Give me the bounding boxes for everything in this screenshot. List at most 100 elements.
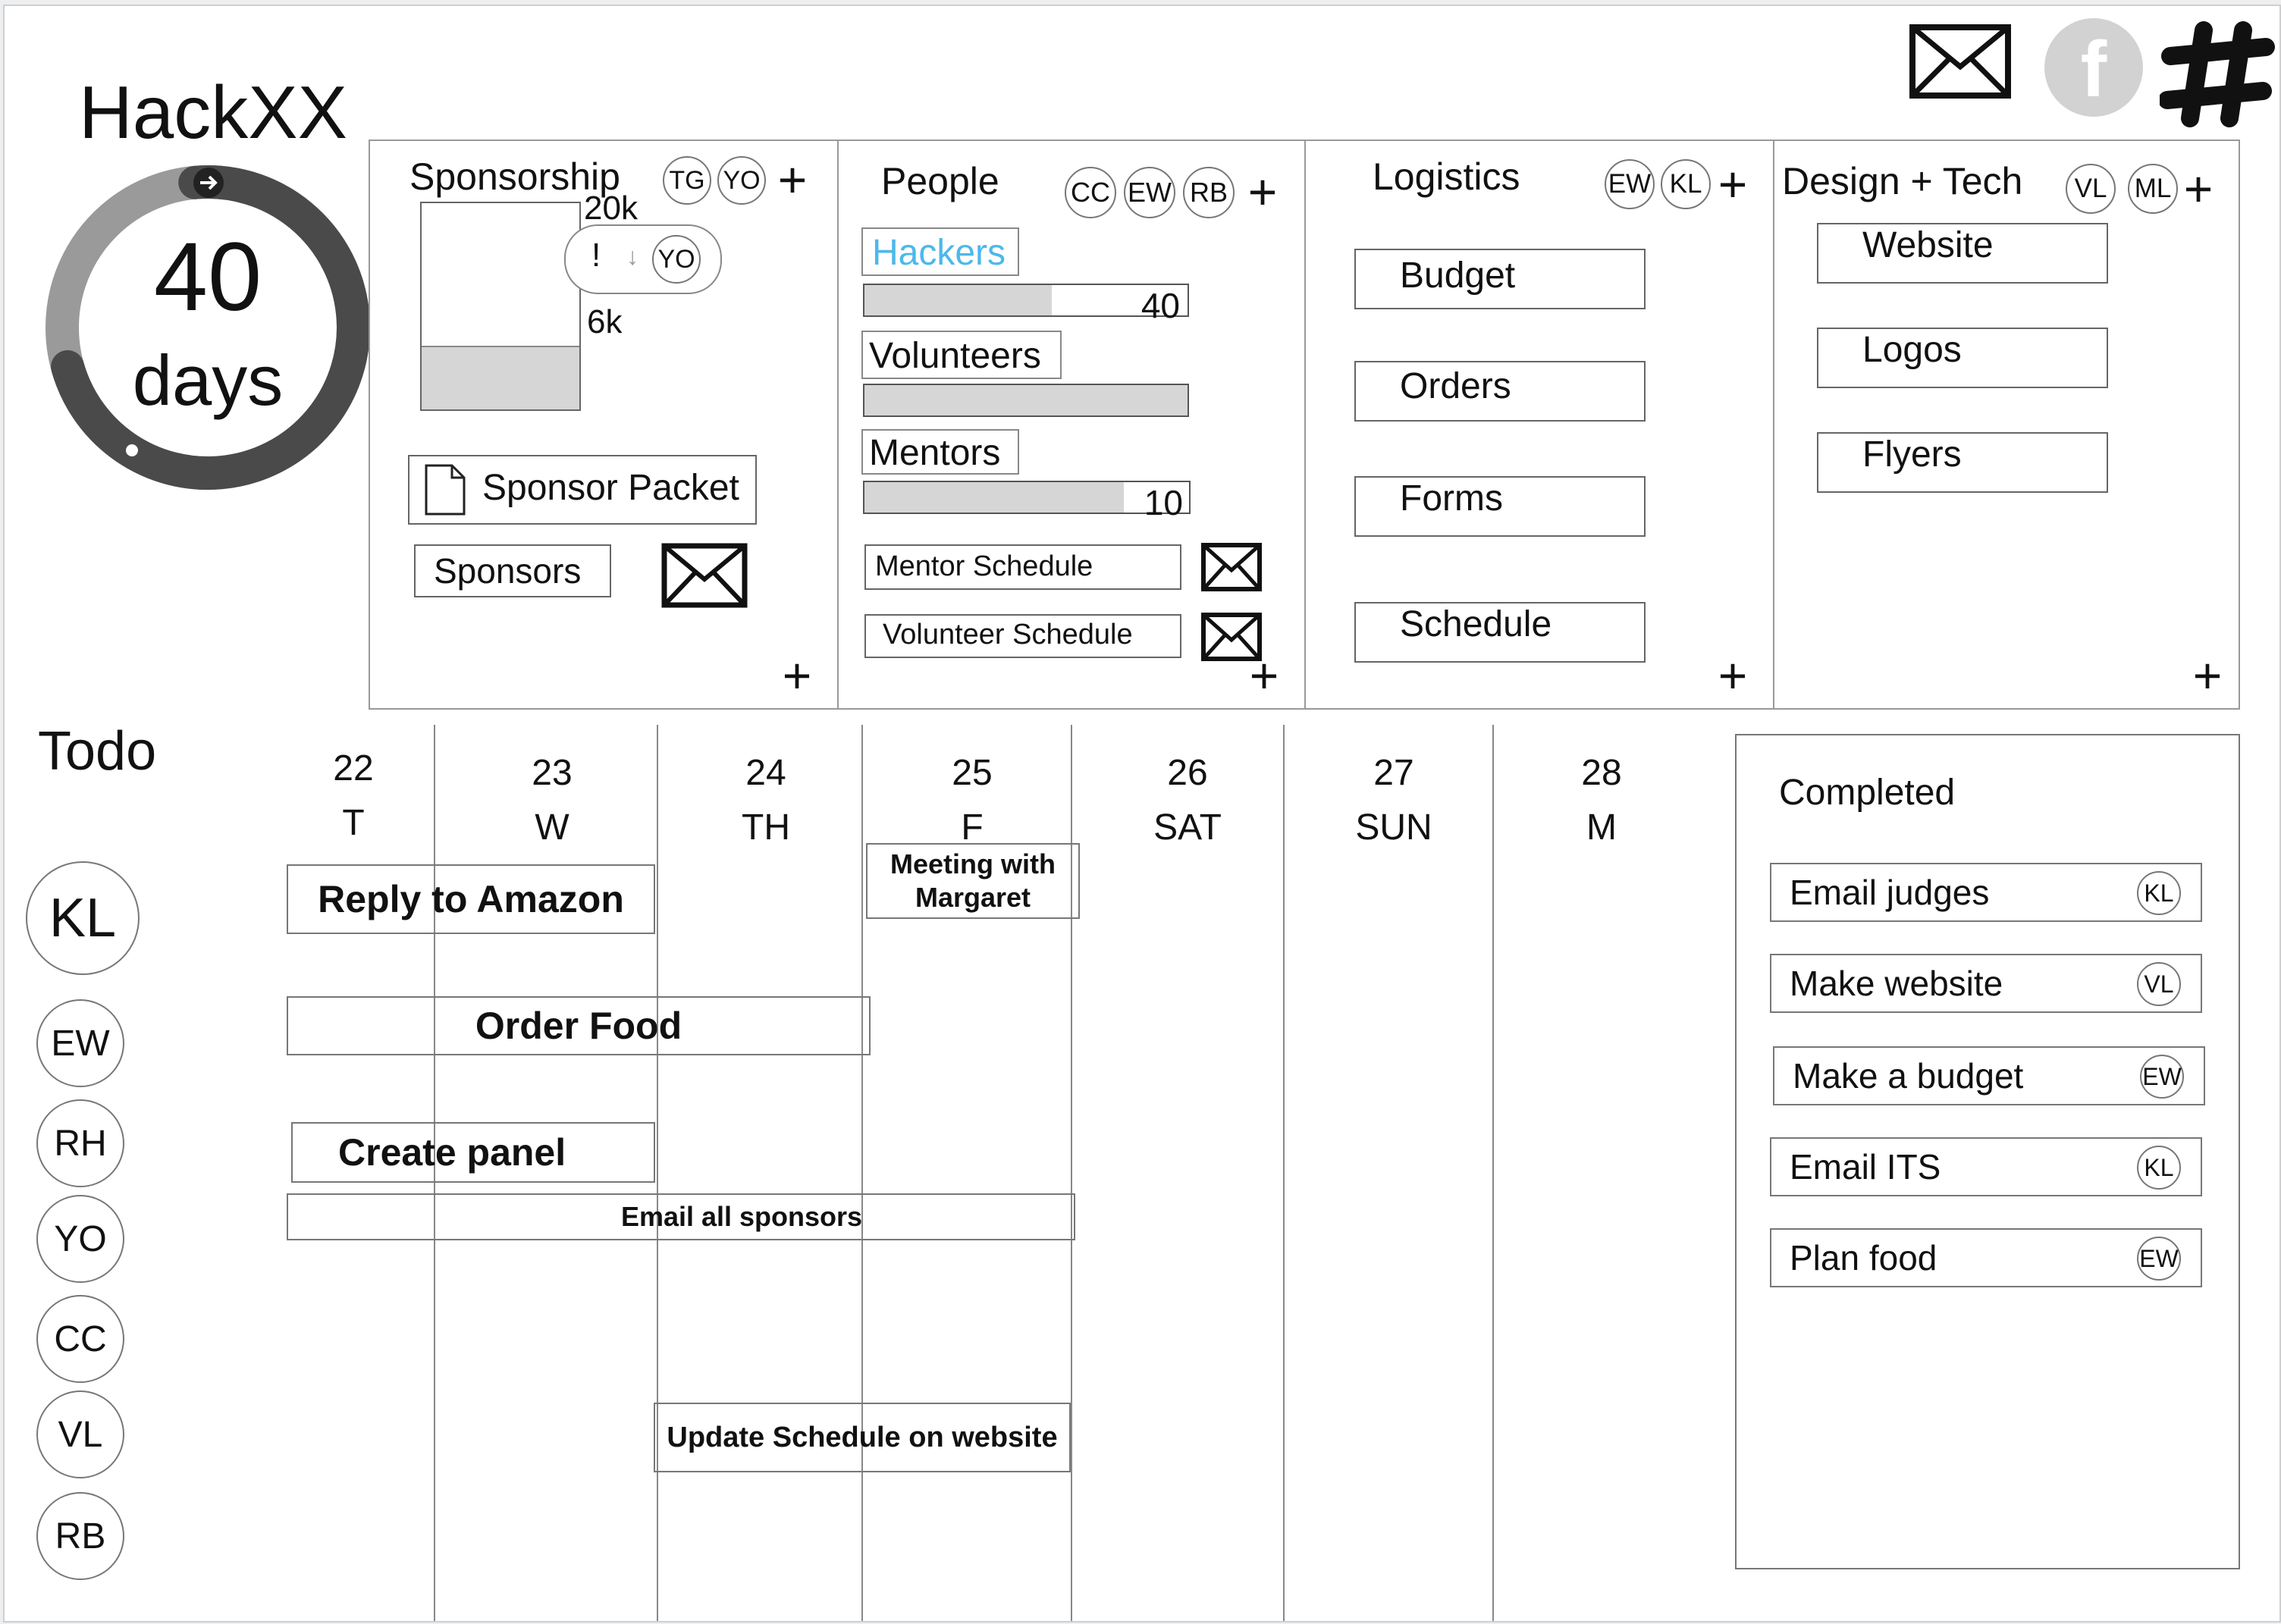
member-avatar[interactable]: EW [36, 999, 124, 1087]
sponsorship-current: 6k [587, 303, 623, 340]
add-member-button[interactable]: + [1714, 159, 1752, 209]
day-divider [1283, 725, 1285, 1621]
sponsorship-panel: Sponsorship TG YO + 20k 6k ! ↓ YO Sponso… [369, 140, 839, 710]
day-header[interactable]: 25 F [911, 746, 1033, 855]
mail-icon[interactable] [661, 543, 748, 608]
member-avatar[interactable]: YO [652, 235, 701, 284]
day-header[interactable]: 28 M [1541, 746, 1662, 855]
member-avatar[interactable]: VL [2137, 962, 2181, 1006]
member-avatar[interactable]: RB [1183, 167, 1235, 218]
volunteers-link[interactable]: Volunteers [861, 331, 1062, 379]
member-avatar-large[interactable]: KL [26, 861, 140, 975]
mentor-schedule-button[interactable]: Mentor Schedule [864, 544, 1181, 590]
add-item-button[interactable]: + [1714, 651, 1752, 701]
sponsor-packet-label: Sponsor Packet [482, 468, 739, 508]
hackers-link[interactable]: Hackers [861, 227, 1019, 276]
facebook-icon[interactable]: f [2044, 18, 2143, 117]
slack-icon[interactable] [2158, 21, 2275, 131]
member-avatar[interactable]: KL [2137, 871, 2181, 915]
volunteer-schedule-button[interactable]: Volunteer Schedule [864, 614, 1181, 658]
task-card[interactable]: Email all sponsors [287, 1193, 1075, 1240]
arrow-down-icon: ↓ [626, 243, 638, 270]
sponsors-button[interactable]: Sponsors [414, 544, 611, 597]
design-tech-panel: Design + Tech VL ML + Website Logos Flye… [1773, 140, 2240, 710]
member-avatar[interactable]: CC [36, 1295, 124, 1383]
member-avatar[interactable]: EW [1605, 159, 1655, 209]
member-avatar[interactable]: TG [663, 156, 711, 205]
countdown-value: 40 [153, 223, 262, 331]
completed-item[interactable]: Make website VL [1770, 954, 2202, 1013]
sponsors-label: Sponsors [434, 551, 582, 591]
member-avatar[interactable]: KL [2137, 1146, 2181, 1190]
mail-icon[interactable] [1909, 24, 2011, 99]
member-avatar[interactable]: EW [2137, 1237, 2181, 1281]
member-avatar[interactable]: CC [1065, 167, 1116, 218]
countdown-widget: 40 days [41, 161, 375, 494]
item-label: Plan food [1790, 1238, 1937, 1278]
member-avatar[interactable]: VL [36, 1390, 124, 1478]
alert-icon: ! [591, 237, 601, 274]
member-avatar[interactable]: ML [2128, 164, 2178, 214]
sponsorship-alert[interactable]: ! ↓ YO [564, 224, 722, 294]
add-member-button[interactable]: + [773, 155, 811, 205]
mentor-schedule-label: Mentor Schedule [875, 550, 1093, 582]
member-avatar[interactable]: RB [36, 1492, 124, 1580]
item-label: Make a budget [1793, 1056, 2024, 1096]
add-item-button[interactable]: + [2188, 651, 2226, 701]
design-item-website[interactable]: Website [1817, 223, 2108, 284]
day-header[interactable]: 22 T [293, 741, 414, 851]
mail-icon[interactable] [1201, 543, 1262, 591]
hackers-progress-bar: 40 [863, 284, 1189, 325]
member-avatar[interactable]: YO [36, 1195, 124, 1283]
task-card[interactable]: Meeting with Margaret [866, 843, 1080, 919]
member-avatar[interactable]: KL [1661, 159, 1711, 209]
completed-item[interactable]: Email judges KL [1770, 863, 2202, 922]
todo-title: Todo [38, 721, 157, 782]
mentors-count: 10 [1144, 483, 1183, 522]
mentors-progress-bar: 10 [863, 481, 1191, 522]
item-label: Orders [1400, 366, 1511, 406]
design-item-flyers[interactable]: Flyers [1817, 432, 2108, 493]
completed-item[interactable]: Plan food EW [1770, 1228, 2202, 1287]
completed-panel: Completed Email judges KL Make website VL … [1735, 734, 2240, 1569]
add-item-button[interactable]: + [1245, 651, 1283, 701]
item-label: Email judges [1790, 873, 1990, 912]
completed-item[interactable]: Email ITS KL [1770, 1137, 2202, 1196]
add-member-button[interactable]: + [2179, 164, 2217, 214]
task-card[interactable]: Reply to Amazon [287, 864, 655, 934]
item-label: Schedule [1400, 604, 1552, 644]
mentors-label: Mentors [869, 433, 1001, 473]
member-avatar[interactable]: VL [2066, 164, 2116, 214]
sponsorship-goal: 20k [584, 190, 638, 227]
volunteers-progress-bar [863, 384, 1189, 417]
day-header[interactable]: 23 W [491, 746, 613, 855]
completed-item[interactable]: Make a budget EW [1773, 1046, 2205, 1105]
panel-title: Logistics [1373, 155, 1520, 198]
task-card[interactable]: Update Schedule on website [654, 1403, 1071, 1472]
progress-fill [864, 482, 1125, 513]
logistics-item-forms[interactable]: Forms [1354, 476, 1646, 537]
member-avatar[interactable]: EW [1124, 167, 1175, 218]
task-card[interactable]: Order Food [287, 996, 871, 1055]
day-header[interactable]: 24 TH [705, 746, 827, 855]
progress-fill [864, 385, 1188, 415]
logistics-item-schedule[interactable]: Schedule [1354, 602, 1646, 663]
logistics-panel: Logistics EW KL + Budget Orders Forms Sc… [1304, 140, 1774, 710]
day-header[interactable]: 27 SUN [1333, 746, 1454, 855]
logistics-item-orders[interactable]: Orders [1354, 361, 1646, 422]
hackers-label: Hackers [872, 233, 1006, 273]
member-avatar[interactable]: YO [717, 156, 766, 205]
task-card[interactable]: Create panel [291, 1122, 655, 1183]
sponsor-packet-button[interactable]: Sponsor Packet [408, 455, 757, 525]
mentors-link[interactable]: Mentors [861, 429, 1019, 475]
add-member-button[interactable]: + [1244, 167, 1282, 217]
add-item-button[interactable]: + [778, 651, 816, 701]
design-item-logos[interactable]: Logos [1817, 328, 2108, 388]
member-avatar[interactable]: EW [2140, 1055, 2184, 1099]
logistics-item-budget[interactable]: Budget [1354, 249, 1646, 309]
member-avatar[interactable]: RH [36, 1099, 124, 1187]
sponsorship-meter-fill [422, 346, 579, 409]
day-header[interactable]: 26 SAT [1127, 746, 1248, 855]
dashboard: HackXX 40 days f Sponsorship TG YO + 20k… [3, 5, 2281, 1622]
item-label: Forms [1400, 478, 1503, 519]
